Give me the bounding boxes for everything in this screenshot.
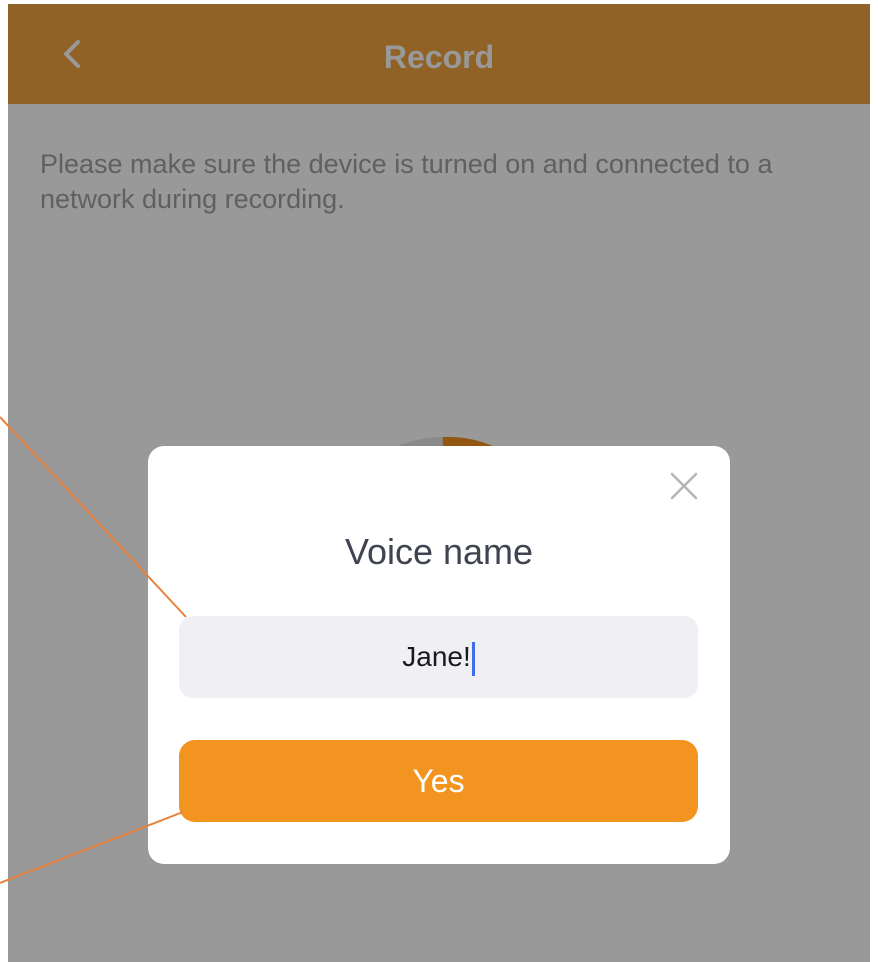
voice-name-dialog: Voice name Jane! Yes bbox=[148, 446, 730, 864]
dialog-title: Voice name bbox=[344, 531, 534, 572]
yes-button[interactable]: Yes bbox=[179, 740, 698, 822]
voice-name-value: Jane! bbox=[402, 641, 471, 672]
close-button[interactable] bbox=[666, 468, 702, 504]
voice-name-input[interactable]: Jane! bbox=[179, 616, 698, 698]
record-screen: Record Please make sure the device is tu… bbox=[8, 4, 870, 962]
text-caret bbox=[471, 641, 475, 676]
close-icon bbox=[670, 472, 698, 500]
